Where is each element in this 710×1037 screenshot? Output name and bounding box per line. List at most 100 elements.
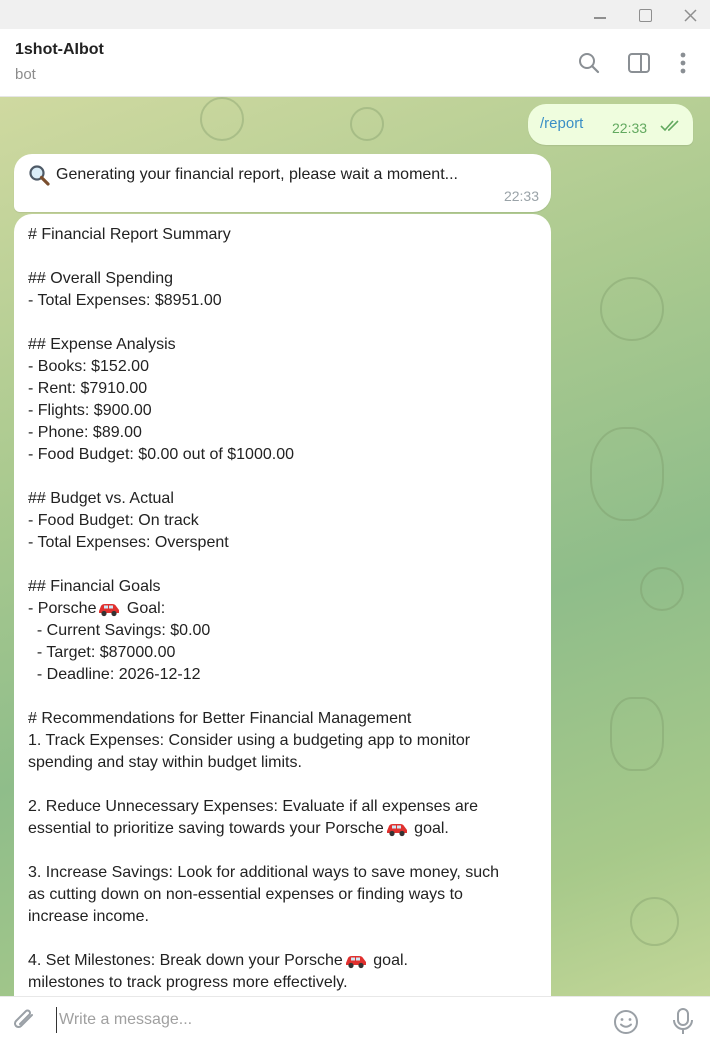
outgoing-message[interactable]: /report 22:33 [528, 104, 693, 145]
report-line-text: # Recommendations for Better Financial M… [28, 710, 412, 727]
report-line-text: ## Budget vs. Actual [28, 490, 174, 507]
report-line [28, 774, 538, 796]
report-line [28, 312, 538, 334]
report-line-text: - Total Expenses: $8951.00 [28, 292, 222, 309]
background-doodle [200, 97, 244, 141]
close-button[interactable] [675, 4, 705, 26]
microphone-icon[interactable] [671, 1007, 695, 1035]
maximize-button[interactable] [630, 4, 660, 26]
report-line-text: spending and stay within budget limits. [28, 754, 302, 771]
report-line: - Total Expenses: Overspent [28, 532, 538, 554]
report-line: - Porsche Goal: [28, 598, 538, 620]
report-line: - Books: $152.00 [28, 356, 538, 378]
report-line-text: - Deadline: 2026-12-12 [28, 666, 201, 683]
report-line-text: ## Financial Goals [28, 578, 161, 595]
report-line-text: essential to prioritize saving towards y… [28, 820, 384, 837]
double-check-icon [660, 120, 679, 132]
report-line-suffix: Goal: [122, 600, 166, 617]
report-line: - Food Budget: $0.00 out of $1000.00 [28, 444, 538, 466]
report-line: # Recommendations for Better Financial M… [28, 708, 538, 730]
report-line: - Current Savings: $0.00 [28, 620, 538, 642]
report-line: essential to prioritize saving towards y… [28, 818, 538, 840]
report-line-text: - Rent: $7910.00 [28, 380, 148, 397]
report-line-text: - Flights: $900.00 [28, 402, 152, 419]
report-line-text: - Food Budget: On track [28, 512, 199, 529]
magnifier-emoji [29, 165, 50, 186]
report-line-text: increase income. [28, 908, 149, 925]
report-line-text: - Current Savings: $0.00 [28, 622, 211, 639]
red-car-emoji [345, 955, 366, 968]
report-line-text: - Phone: $89.00 [28, 424, 142, 441]
minimize-icon [594, 17, 606, 19]
report-line-text: milestones to track progress more effect… [28, 974, 348, 991]
window-titlebar [0, 0, 710, 29]
emoji-icon[interactable] [613, 1009, 639, 1035]
report-line [28, 686, 538, 708]
report-message[interactable]: # Financial Report Summary ## Overall Spe… [14, 214, 551, 996]
chat-title[interactable]: 1shot-AIbot [15, 41, 104, 59]
report-line: milestones to track progress more effect… [28, 972, 538, 994]
background-doodle [590, 427, 664, 521]
report-line-text: - Books: $152.00 [28, 358, 149, 375]
report-line: # Financial Report Summary [28, 224, 538, 246]
background-doodle [350, 107, 384, 141]
message-input[interactable] [56, 1007, 541, 1033]
report-line: ## Overall Spending [28, 268, 538, 290]
report-line: - Total Expenses: $8951.00 [28, 290, 538, 312]
more-vertical-icon [680, 52, 686, 74]
background-doodle [600, 277, 664, 341]
message-composer [0, 996, 710, 1037]
report-line: spending and stay within budget limits. [28, 752, 538, 774]
report-line: - Deadline: 2026-12-12 [28, 664, 538, 686]
background-doodle [640, 567, 684, 611]
report-line: - Flights: $900.00 [28, 400, 538, 422]
report-line [28, 928, 538, 950]
report-line [28, 840, 538, 862]
paperclip-icon[interactable] [12, 1009, 38, 1033]
message-time: 22:33 [503, 188, 539, 204]
close-icon [683, 8, 697, 22]
minimize-button[interactable] [585, 4, 615, 26]
red-car-emoji [99, 603, 120, 616]
report-line [28, 554, 538, 576]
chat-history[interactable]: /report 22:33 Generating your financial … [0, 97, 710, 996]
chat-subtitle: bot [15, 66, 36, 83]
report-line-text: - Porsche [28, 600, 97, 617]
message-text: Generating your financial report, please… [56, 166, 458, 183]
report-line-text: ## Overall Spending [28, 270, 173, 287]
message-time: 22:33 [612, 120, 648, 136]
report-line-text: - Target: $87000.00 [28, 644, 176, 661]
sidebar-panel-icon [628, 53, 650, 73]
report-line-text: ## Expense Analysis [28, 336, 176, 353]
report-line: - Food Budget: On track [28, 510, 538, 532]
report-line-text: 3. Increase Savings: Look for additional… [28, 864, 500, 881]
background-doodle [630, 897, 679, 946]
report-line-suffix: goal. [409, 820, 449, 837]
report-line: as cutting down on non-essential expense… [28, 884, 538, 906]
report-line-text: 1. Track Expenses: Consider using a budg… [28, 732, 471, 749]
report-line-text: # Financial Report Summary [28, 226, 231, 243]
command-link[interactable]: /report [540, 115, 583, 132]
sidebar-toggle-button[interactable] [625, 49, 653, 77]
report-line: ## Expense Analysis [28, 334, 538, 356]
background-doodle [610, 697, 664, 771]
report-line: 1. Track Expenses: Consider using a budg… [28, 730, 538, 752]
chat-header: 1shot-AIbot bot [0, 29, 710, 97]
report-line: 3. Increase Savings: Look for additional… [28, 862, 538, 884]
report-text: # Financial Report Summary ## Overall Spe… [28, 224, 538, 994]
more-options-button[interactable] [669, 49, 697, 77]
report-line: ## Budget vs. Actual [28, 488, 538, 510]
message-text-row: Generating your financial report, please… [28, 164, 458, 186]
maximize-icon [638, 8, 652, 22]
report-line: ## Financial Goals [28, 576, 538, 598]
search-button[interactable] [575, 49, 603, 77]
incoming-message[interactable]: Generating your financial report, please… [14, 154, 551, 212]
report-line: - Phone: $89.00 [28, 422, 538, 444]
report-line-suffix: goal. [368, 952, 408, 969]
report-line: - Target: $87000.00 [28, 642, 538, 664]
report-line-text: - Total Expenses: Overspent [28, 534, 229, 551]
report-line: increase income. [28, 906, 538, 928]
report-line [28, 466, 538, 488]
report-line-text: as cutting down on non-essential expense… [28, 886, 463, 903]
search-icon [579, 53, 600, 74]
